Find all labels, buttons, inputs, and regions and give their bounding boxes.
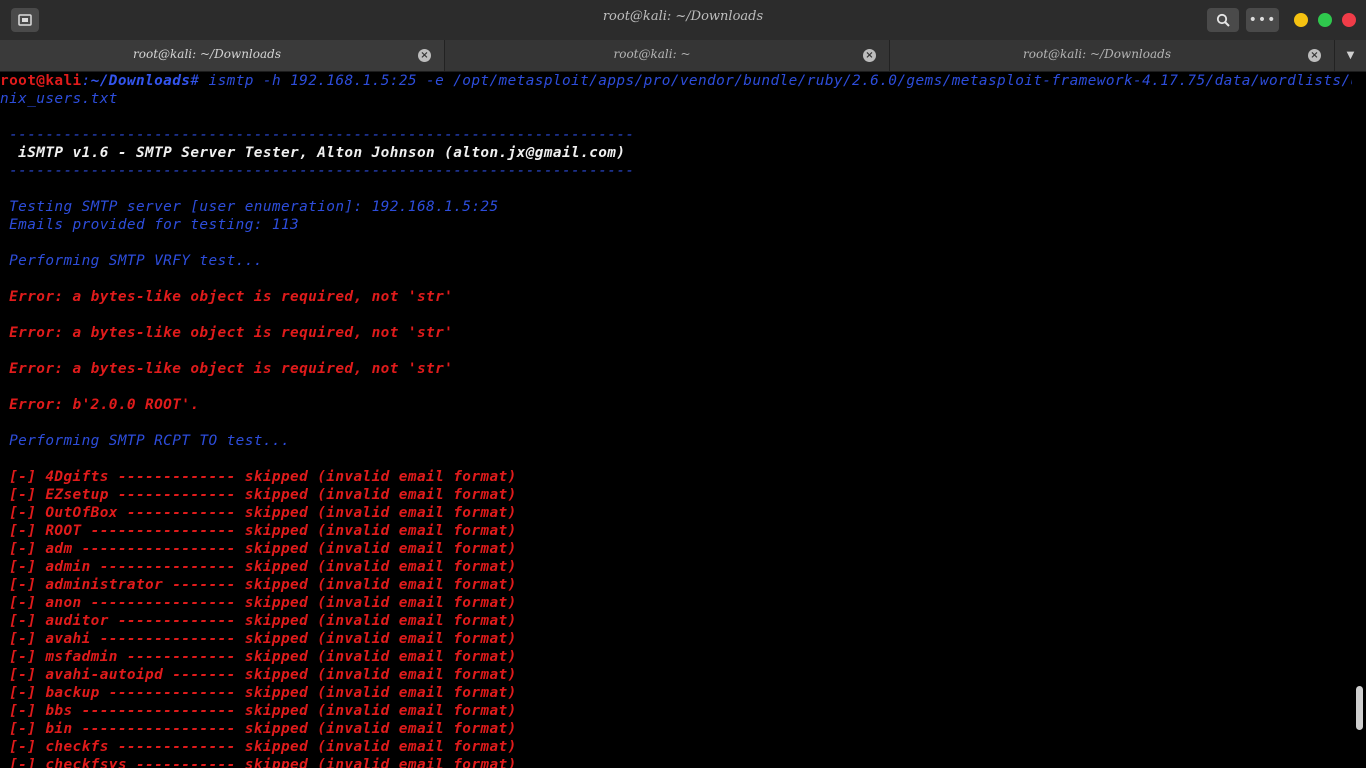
result-line: [-] bbs ----------------- skipped (inval… bbox=[0, 703, 517, 719]
command-line: root@kali:~/Downloads# ismtp -h 192.168.… bbox=[0, 72, 1352, 90]
new-tab-button[interactable] bbox=[11, 8, 39, 32]
terminal-output[interactable]: root@kali:~/Downloads# ismtp -h 192.168.… bbox=[0, 72, 1352, 768]
testing-line: Testing SMTP server [user enumeration]: … bbox=[0, 199, 499, 215]
result-line: [-] auditor ------------- skipped (inval… bbox=[0, 613, 517, 629]
close-tab-icon[interactable]: × bbox=[418, 49, 431, 62]
close-tab-icon[interactable]: × bbox=[863, 49, 876, 62]
scrollbar[interactable] bbox=[1352, 72, 1366, 768]
tab-label: root@kali: ~ bbox=[613, 47, 691, 61]
result-line: [-] anon ---------------- skipped (inval… bbox=[0, 595, 517, 611]
result-line: [-] EZsetup ------------- skipped (inval… bbox=[0, 487, 517, 503]
error-line: Error: b'2.0.0 ROOT'. bbox=[0, 397, 200, 413]
tab-bar: root@kali: ~/Downloads × root@kali: ~ × … bbox=[0, 40, 1366, 72]
scrollbar-thumb[interactable] bbox=[1356, 686, 1363, 730]
search-button[interactable] bbox=[1207, 8, 1239, 32]
error-line: Error: a bytes-like object is required, … bbox=[0, 361, 454, 377]
banner-divider: ----------------------------------------… bbox=[0, 163, 635, 179]
result-line: [-] OutOfBox ------------ skipped (inval… bbox=[0, 505, 517, 521]
tab-downloads-2[interactable]: root@kali: ~/Downloads × bbox=[890, 40, 1335, 71]
result-line: [-] admin --------------- skipped (inval… bbox=[0, 559, 517, 575]
banner-divider: ----------------------------------------… bbox=[0, 127, 635, 143]
result-line: [-] adm ----------------- skipped (inval… bbox=[0, 541, 517, 557]
result-line: [-] 4Dgifts ------------- skipped (inval… bbox=[0, 469, 517, 485]
title-bar: root@kali: ~/Downloads ••• bbox=[0, 0, 1366, 40]
tab-label: root@kali: ~/Downloads bbox=[1023, 47, 1171, 61]
tab-label: root@kali: ~/Downloads bbox=[133, 47, 281, 61]
result-line: [-] administrator ------- skipped (inval… bbox=[0, 577, 517, 593]
error-line: Error: a bytes-like object is required, … bbox=[0, 289, 454, 305]
window-title: root@kali: ~/Downloads bbox=[602, 9, 764, 24]
close-tab-icon[interactable]: × bbox=[1308, 49, 1321, 62]
error-line: Error: a bytes-like object is required, … bbox=[0, 325, 454, 341]
terminal-window: root@kali: ~/Downloads ••• root@kali: ~/… bbox=[0, 0, 1366, 768]
result-line: [-] bin ----------------- skipped (inval… bbox=[0, 721, 517, 737]
banner-title: iSMTP v1.6 - SMTP Server Tester, Alton J… bbox=[0, 145, 626, 161]
emails-line: Emails provided for testing: 113 bbox=[0, 217, 300, 233]
result-line: [-] checkfs ------------- skipped (inval… bbox=[0, 739, 517, 755]
result-line: [-] avahi-autoipd ------- skipped (inval… bbox=[0, 667, 517, 683]
result-line: [-] backup -------------- skipped (inval… bbox=[0, 685, 517, 701]
tab-home[interactable]: root@kali: ~ × bbox=[445, 40, 890, 71]
result-line: [-] avahi --------------- skipped (inval… bbox=[0, 631, 517, 647]
menu-button[interactable]: ••• bbox=[1246, 8, 1279, 32]
search-icon bbox=[1216, 13, 1230, 27]
prompt-user-host: root@kali bbox=[0, 73, 82, 89]
new-tab-icon bbox=[18, 14, 32, 26]
command-text: ismtp -h 192.168.1.5:25 -e /opt/metasplo… bbox=[199, 73, 1353, 89]
prompt-separator: : bbox=[81, 73, 91, 89]
result-line: [-] checkfsys ----------- skipped (inval… bbox=[0, 757, 517, 768]
prompt-path: ~/Downloads bbox=[90, 73, 191, 89]
command-text-wrap: nix_users.txt bbox=[0, 91, 118, 107]
vrfy-line: Performing SMTP VRFY test... bbox=[0, 253, 263, 269]
rcpt-line: Performing SMTP RCPT TO test... bbox=[0, 433, 291, 449]
maximize-button[interactable] bbox=[1318, 13, 1332, 27]
close-window-button[interactable] bbox=[1342, 13, 1356, 27]
tab-downloads-1[interactable]: root@kali: ~/Downloads × bbox=[0, 40, 445, 71]
result-line: [-] ROOT ---------------- skipped (inval… bbox=[0, 523, 517, 539]
minimize-button[interactable] bbox=[1294, 13, 1308, 27]
result-line: [-] msfadmin ------------ skipped (inval… bbox=[0, 649, 517, 665]
tab-list-chevron-icon[interactable]: ▼ bbox=[1335, 40, 1366, 71]
